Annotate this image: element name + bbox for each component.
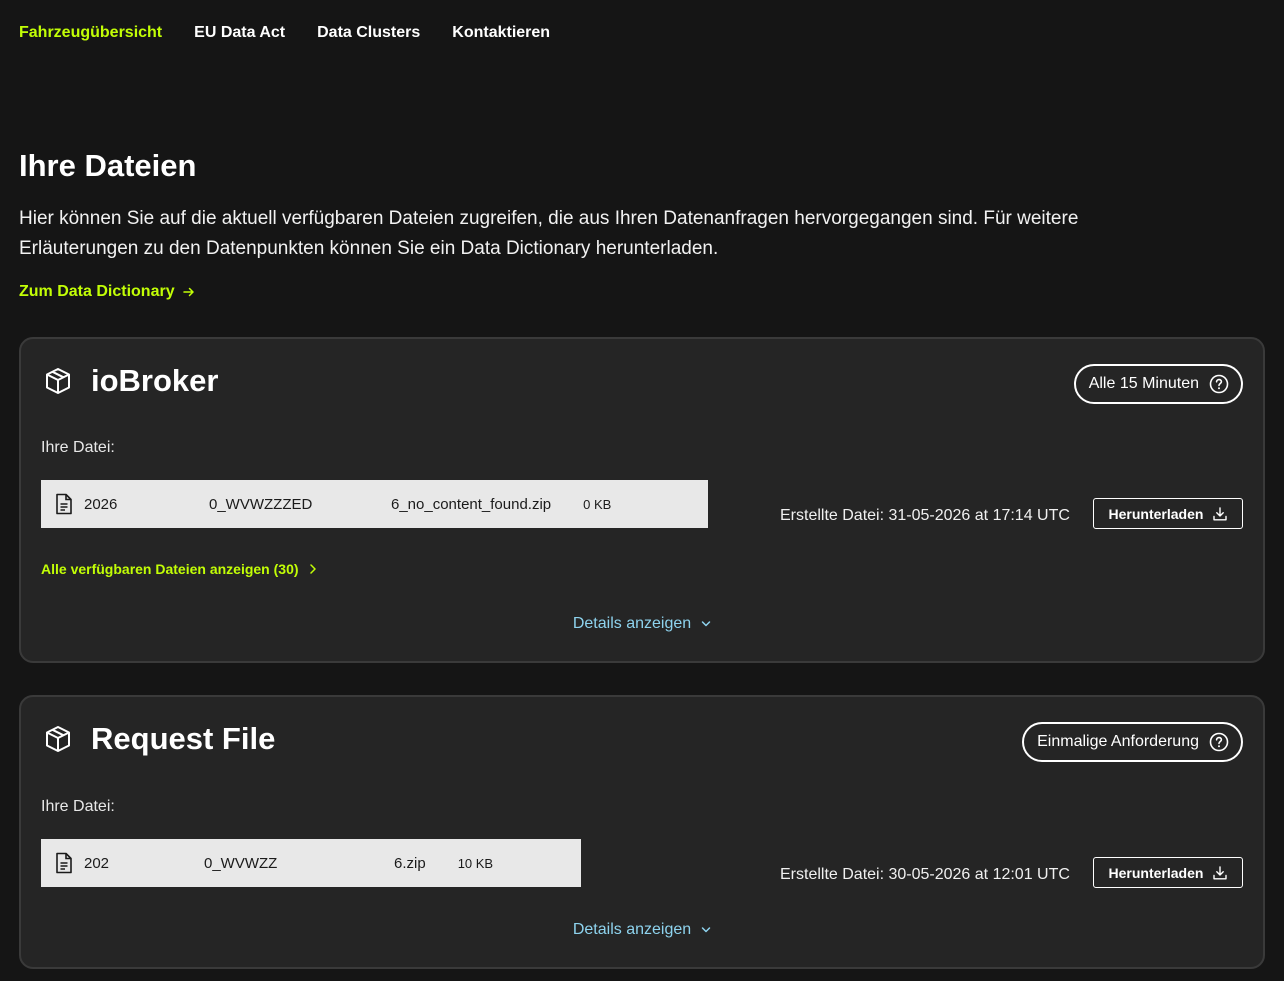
data-dictionary-link[interactable]: Zum Data Dictionary: [19, 283, 195, 301]
top-navigation: Fahrzeugübersicht EU Data Act Data Clust…: [19, 24, 550, 44]
frequency-badge[interactable]: Einmalige Anforderung: [1022, 722, 1243, 762]
cube-icon: [46, 726, 70, 752]
details-toggle[interactable]: Details anzeigen: [21, 921, 1263, 939]
help-circle-icon[interactable]: [1209, 374, 1229, 394]
help-circle-icon[interactable]: [1209, 732, 1229, 752]
download-icon: [1213, 865, 1228, 879]
file-name-part-2: 0_WVWZZ: [204, 854, 278, 872]
file-size: 10 KB: [457, 855, 494, 871]
card-title: ioBroker: [91, 363, 219, 398]
created-date: Erstellte Datei: 31-05-2026 at 17:14 UTC: [780, 507, 1070, 524]
file-name-part-3: 6.zip: [394, 854, 426, 872]
file-name-part-2: 0_WVWZZZED: [209, 495, 313, 513]
page-intro: Hier können Sie auf die aktuell verfügba…: [19, 208, 1079, 259]
details-toggle-label: Details anzeigen: [572, 921, 692, 938]
all-files-link-label: Alle verfügbaren Dateien anzeigen (30): [41, 561, 299, 577]
card-header: Request File: [43, 721, 275, 757]
document-icon: [56, 493, 72, 515]
details-toggle[interactable]: Details anzeigen: [21, 615, 1263, 633]
nav-item-fahrzeuguebersicht[interactable]: Fahrzeugübersicht: [19, 24, 162, 44]
file-name-part-3: 6_no_content_found.zip: [391, 495, 552, 513]
file-card-iobroker: ioBroker Alle 15 Minuten Ihre Datei: 202…: [19, 337, 1265, 663]
frequency-label: Alle 15 Minuten: [1088, 375, 1199, 392]
chevron-right-icon: [309, 564, 316, 574]
download-button[interactable]: Herunterladen: [1093, 857, 1243, 888]
frequency-label: Einmalige Anforderung: [1037, 733, 1199, 750]
frequency-badge[interactable]: Alle 15 Minuten: [1073, 364, 1243, 404]
file-card-request-file: Request File Einmalige Anforderung Ihre …: [19, 695, 1265, 969]
card-header: ioBroker: [43, 363, 218, 399]
page-title: Ihre Dateien: [19, 148, 197, 183]
cube-icon: [46, 368, 70, 394]
file-label: Ihre Datei:: [41, 439, 115, 456]
nav-item-data-clusters[interactable]: Data Clusters: [317, 24, 420, 44]
card-title: Request File: [91, 721, 276, 756]
data-dictionary-link-label: Zum Data Dictionary: [19, 283, 175, 300]
file-label: Ihre Datei:: [41, 798, 115, 815]
file-row: 202 0_WVWZZ 6.zip 10 KB: [41, 839, 581, 887]
nav-item-kontaktieren[interactable]: Kontaktieren: [452, 24, 550, 44]
download-button-label: Herunterladen: [1108, 864, 1204, 881]
file-row: 2026 0_WVWZZZED 6_no_content_found.zip 0…: [41, 480, 708, 528]
download-button[interactable]: Herunterladen: [1093, 498, 1243, 529]
nav-item-eu-data-act[interactable]: EU Data Act: [194, 24, 285, 44]
file-name-part-1: 2026: [84, 495, 118, 513]
chevron-down-icon: [701, 621, 711, 627]
created-date: Erstellte Datei: 30-05-2026 at 12:01 UTC: [780, 866, 1070, 883]
download-icon: [1213, 506, 1228, 520]
details-toggle-label: Details anzeigen: [572, 615, 692, 632]
all-files-link[interactable]: Alle verfügbaren Dateien anzeigen (30): [41, 561, 317, 577]
arrow-right-icon: [182, 287, 194, 297]
document-icon: [56, 852, 72, 874]
file-name-part-1: 202: [84, 854, 110, 872]
chevron-down-icon: [701, 927, 711, 933]
download-button-label: Herunterladen: [1108, 505, 1204, 522]
file-size: 0 KB: [583, 496, 612, 512]
